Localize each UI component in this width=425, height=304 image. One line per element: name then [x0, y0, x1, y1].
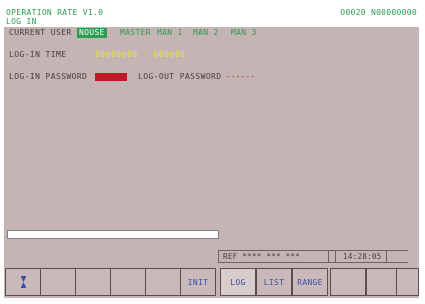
softkey-blank[interactable]: [145, 268, 181, 296]
hourglass-softkey[interactable]: [5, 268, 41, 296]
status-clock: 14:28:05: [343, 252, 382, 261]
status-bar: REF **** *** *** 14:28:05: [218, 250, 408, 263]
softkey-blank[interactable]: [75, 268, 111, 296]
user-option-man2[interactable]: MAN 2: [193, 28, 219, 38]
login-password-field[interactable]: [95, 73, 127, 81]
screen-subtitle: LOG IN: [6, 17, 37, 26]
softkey-blank[interactable]: [396, 268, 419, 296]
logout-password-label: LOG-OUT PASSWORD: [138, 72, 222, 81]
status-divider: [386, 251, 387, 262]
status-divider: [218, 251, 219, 262]
title-bar: OPERATION RATE V1.0 LOG IN O0020 N000000…: [4, 8, 419, 27]
progress-fill: [8, 231, 218, 238]
status-divider: [328, 251, 329, 262]
softkey-blank[interactable]: [110, 268, 146, 296]
user-option-man3[interactable]: MAN 3: [231, 28, 257, 38]
softkey-range[interactable]: RANGE: [292, 268, 328, 296]
login-password-label: LOG-IN PASSWORD: [9, 72, 88, 81]
cnc-screen: OPERATION RATE V1.0 LOG IN O0020 N000000…: [4, 8, 419, 298]
logout-password-field[interactable]: ------: [226, 72, 255, 82]
softkey-blank[interactable]: [330, 268, 366, 296]
status-ref: REF **** *** ***: [223, 252, 301, 261]
softkey-log[interactable]: LOG: [220, 268, 256, 296]
screen-title: OPERATION RATE V1.0: [6, 8, 104, 17]
current-user-label: CURRENT USER: [9, 28, 72, 37]
program-counter: O0020 N00000000: [340, 8, 417, 17]
softkey-init[interactable]: INIT: [180, 268, 216, 296]
login-time-value: 00000000 - 000000: [95, 50, 186, 59]
login-time-label: LOG-IN TIME: [9, 50, 67, 59]
hourglass-icon: [20, 276, 26, 288]
user-option-nouse[interactable]: NOUSE: [77, 28, 107, 38]
user-option-master[interactable]: MASTER: [120, 28, 151, 38]
softkey-bar: INIT LOG LIST RANGE: [4, 267, 419, 298]
progress-bar: [7, 230, 219, 239]
softkey-list[interactable]: LIST: [256, 268, 292, 296]
softkey-blank[interactable]: [40, 268, 76, 296]
user-option-man1[interactable]: MAN 1: [157, 28, 183, 38]
status-divider: [335, 251, 336, 262]
